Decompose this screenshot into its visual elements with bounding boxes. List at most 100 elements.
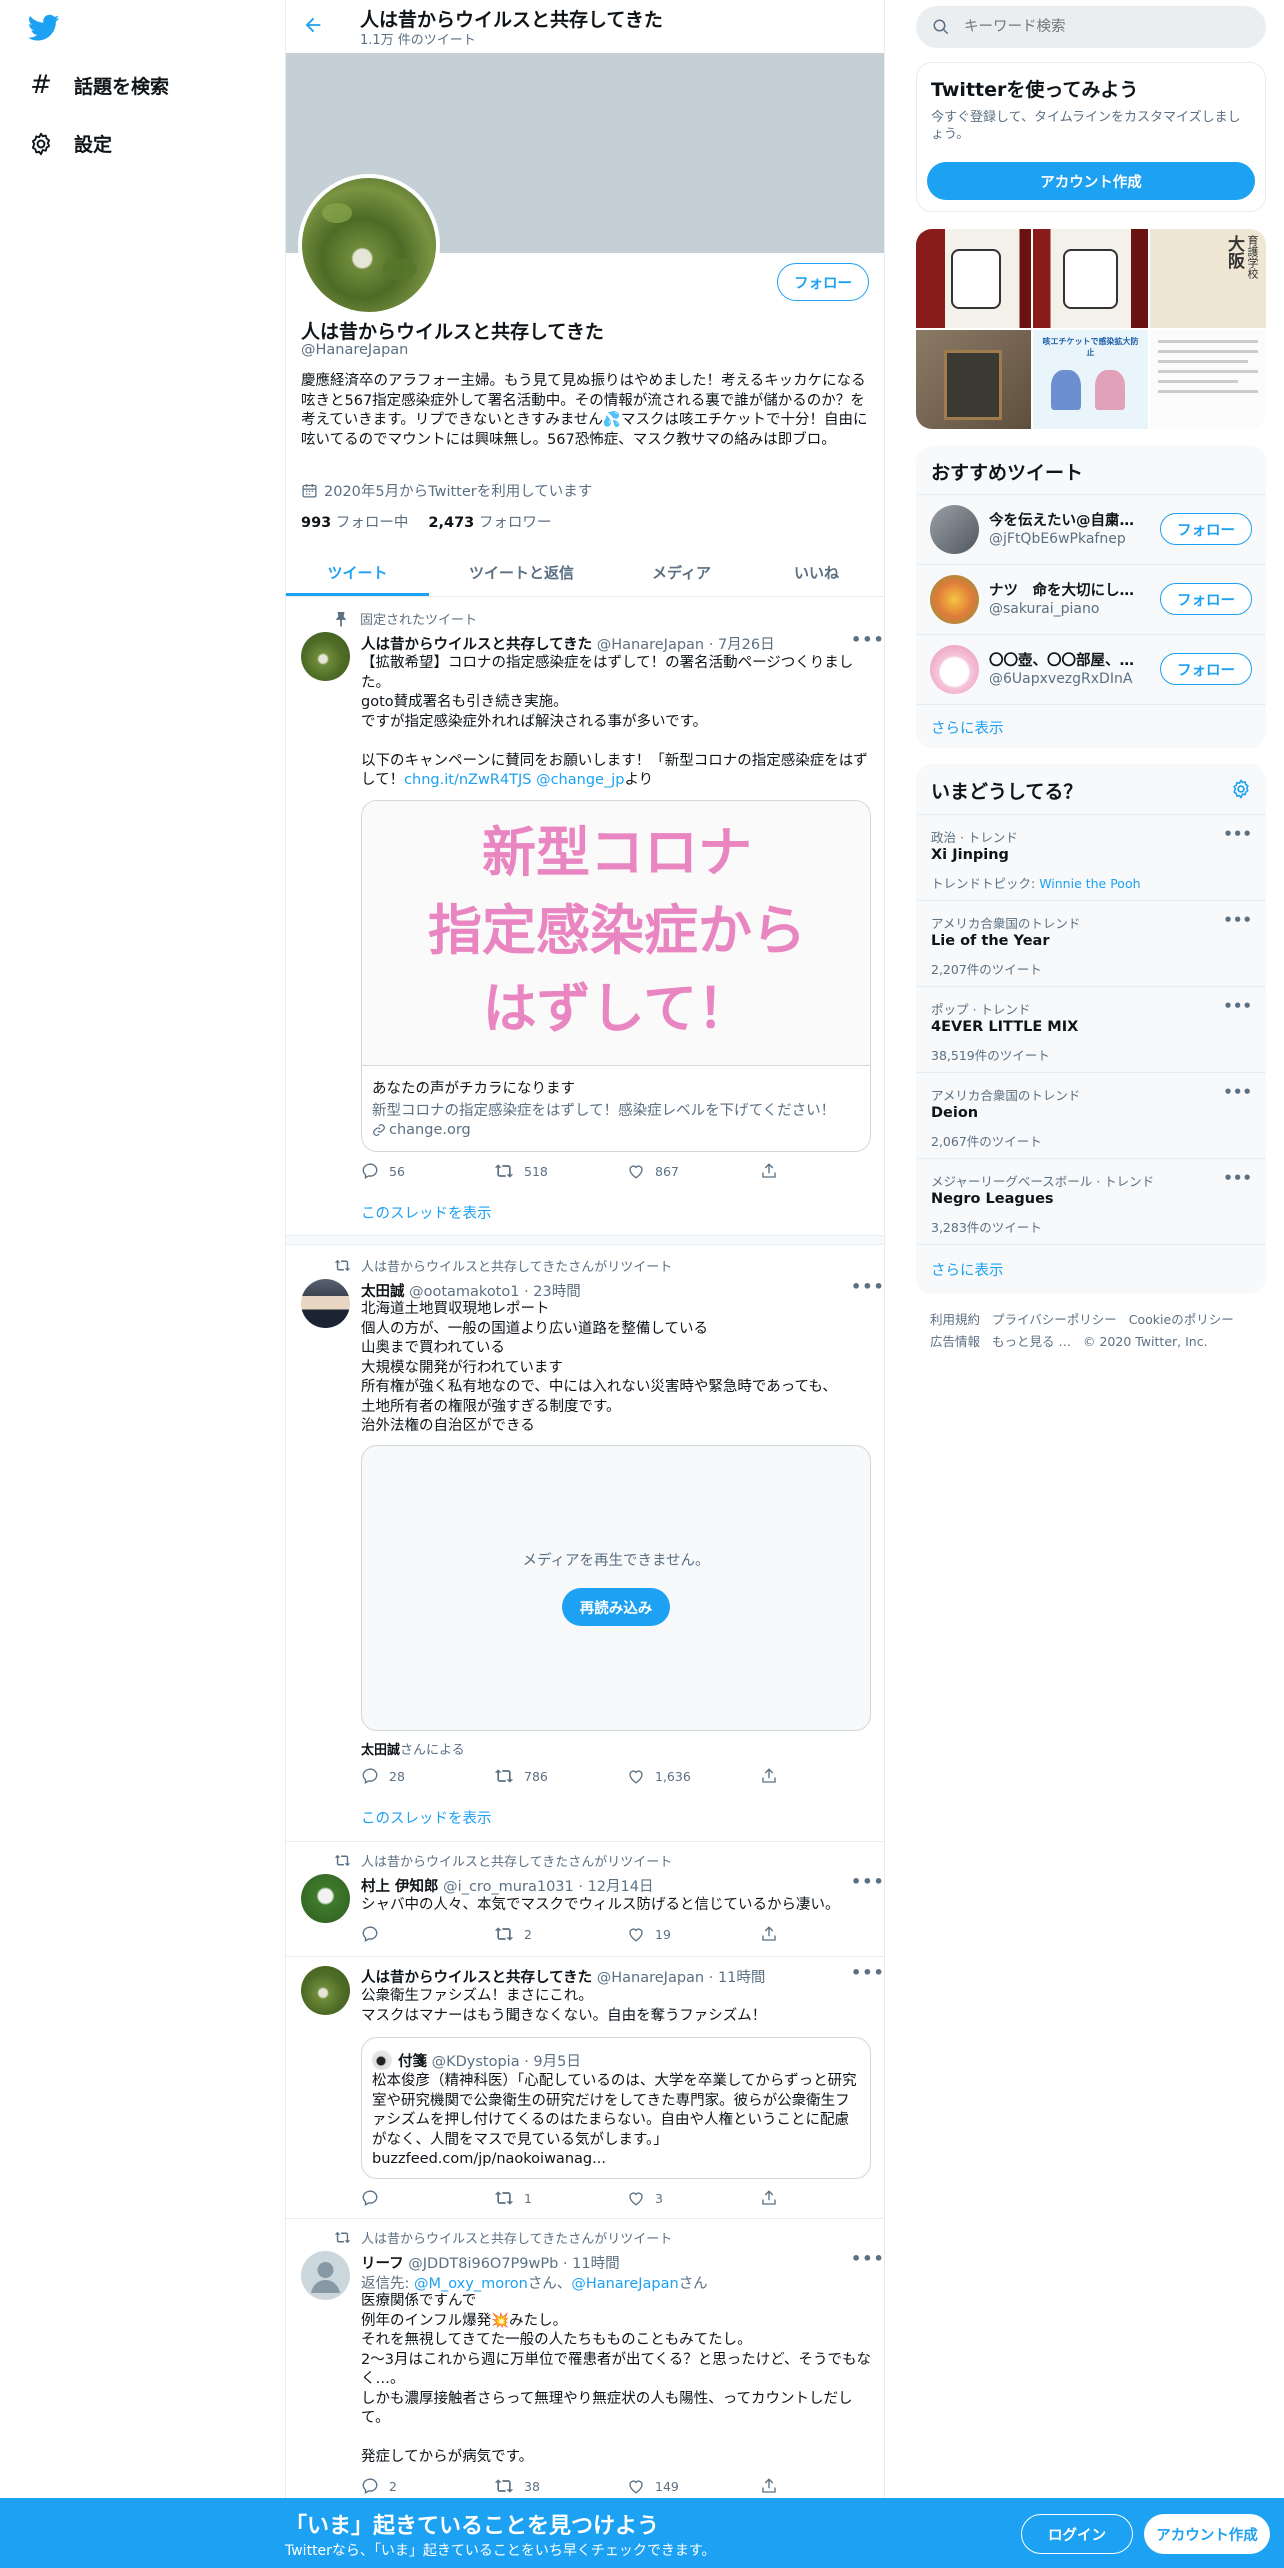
search-box[interactable] [916,6,1266,48]
tweet-author-avatar[interactable] [301,1874,350,1923]
like-button[interactable]: 149 [627,2477,760,2495]
footer-cookie-link[interactable]: Cookieのポリシー [1129,1309,1234,1331]
quote-tweet[interactable]: 付箋 @KDystopia · 9月5日 松本俊彦（精神科医）「心配しているのは… [361,2037,871,2179]
media-thumb[interactable] [916,229,1031,328]
create-account-button[interactable]: アカウント作成 [927,162,1255,200]
trend-item[interactable]: ポップ · トレンド 4EVER LITTLE MIX 38,519件のツイート… [916,986,1266,1072]
media-player[interactable]: メディアを再生できません。 再読み込み [361,1445,871,1731]
retweet-button[interactable]: 786 [494,1767,627,1785]
media-thumb[interactable]: 咳エチケットで感染拡大防止 [1033,330,1148,429]
tweet-author-avatar[interactable] [301,632,350,681]
tweet-time[interactable]: · 11時間 [563,2256,620,2272]
footer-terms-link[interactable]: 利用規約 [930,1309,980,1331]
recommended-user[interactable]: 今を伝えたい@自粛… @jFtQbE6wPkafnep フォロー [916,494,1266,564]
tweet-author-name[interactable]: 村上 伊知郎 [361,1879,439,1895]
media-thumb[interactable] [916,330,1031,429]
tweet-author-name[interactable]: リーフ [361,2256,404,2272]
trend-topic-link[interactable]: Winnie the Pooh [1039,876,1140,891]
tweet-author-handle[interactable]: @i_cro_mura1031 [443,1879,574,1895]
trend-item[interactable]: アメリカ合衆国のトレンド Deion 2,067件のツイート ••• [916,1072,1266,1158]
tab-tweets[interactable]: ツイート [286,548,429,596]
tweet-author-avatar[interactable] [301,1279,350,1328]
reply-button[interactable]: 56 [361,1162,494,1180]
media-thumb[interactable] [1033,229,1148,328]
tweet-time[interactable]: · 23時間 [524,1284,581,1300]
more-options-icon[interactable]: ••• [851,2249,885,2268]
recommended-more[interactable]: さらに表示 [916,704,1266,748]
media-attribution-name[interactable]: 太田誠 [361,1743,400,1758]
retweet-button[interactable]: 518 [494,1162,627,1180]
tweet-link-chng[interactable]: chng.it/nZwR4TJS [404,772,531,788]
tab-likes[interactable]: いいね [749,548,884,596]
tweet-author-name[interactable]: 太田誠 [361,1284,405,1300]
tweet-mention-change-jp[interactable]: @change_jp [536,772,624,788]
media-thumb[interactable] [1150,330,1266,429]
more-options-icon[interactable]: ••• [1223,1169,1252,1187]
trend-item[interactable]: メジャーリーグベースボール · トレンド Negro Leagues 3,283… [916,1158,1266,1244]
follow-button[interactable]: フォロー [1160,653,1252,685]
recommended-more-link[interactable]: さらに表示 [931,717,1004,738]
footer-privacy-link[interactable]: プライバシーポリシー [992,1309,1117,1331]
trends-more-link[interactable]: さらに表示 [931,1259,1004,1280]
login-button[interactable]: ログイン [1021,2514,1133,2554]
profile-follow-button[interactable]: フォロー [777,263,869,301]
show-thread-link[interactable]: このスレッドを表示 [361,1807,492,1828]
more-options-icon[interactable]: ••• [851,1872,885,1891]
link-preview-card[interactable]: 新型コロナ 指定感染症から はずして！ あなたの声がチカラになります 新型コロナ… [361,800,871,1152]
tweet-author-handle[interactable]: @JDDT8i96O7P9wPb [408,2256,558,2272]
retweet-button[interactable]: 2 [494,1925,627,1943]
back-arrow-icon[interactable] [302,14,324,36]
like-button[interactable]: 1,636 [627,1767,760,1785]
share-button[interactable] [760,1767,893,1785]
reply-to-mention-1[interactable]: @M_oxy_moron [414,2276,528,2292]
retweet-button[interactable]: 38 [494,2477,627,2495]
share-button[interactable] [760,1162,893,1180]
footer-more-link[interactable]: もっと見る … [992,1331,1071,1353]
footer-ads-link[interactable]: 広告情報 [930,1331,980,1353]
follow-button[interactable]: フォロー [1160,583,1252,615]
share-button[interactable] [760,2189,893,2207]
following-link[interactable]: 993 フォロー中 [301,511,408,532]
tweet-time[interactable]: · 7月26日 [709,637,775,653]
reload-button[interactable]: 再読み込み [562,1588,670,1626]
trend-item[interactable]: アメリカ合衆国のトレンド Lie of the Year 2,207件のツイート… [916,900,1266,986]
more-options-icon[interactable]: ••• [851,1963,885,1982]
reply-to-mention-2[interactable]: @HanareJapan [571,2276,678,2292]
follow-button[interactable]: フォロー [1160,513,1252,545]
share-button[interactable] [760,2477,893,2495]
twitter-logo-icon[interactable] [28,14,60,42]
more-options-icon[interactable]: ••• [851,630,885,649]
more-options-icon[interactable]: ••• [1223,997,1252,1015]
search-input[interactable] [964,14,1244,40]
like-button[interactable]: 867 [627,1162,760,1180]
tab-media[interactable]: メディア [614,548,749,596]
followers-link[interactable]: 2,473 フォロワー [428,511,551,532]
like-button[interactable]: 19 [627,1925,760,1943]
signup-button[interactable]: アカウント作成 [1144,2514,1270,2554]
reply-button[interactable] [361,2189,494,2207]
more-options-icon[interactable]: ••• [851,1277,885,1296]
share-button[interactable] [760,1925,893,1943]
tweet-time[interactable]: · 11時間 [709,1970,766,1986]
tweet-author-name[interactable]: 人は昔からウイルスと共存してきた [361,637,592,653]
trend-item[interactable]: 政治 · トレンド Xi Jinping トレンドトピック: Winnie th… [916,814,1266,900]
like-button[interactable]: 3 [627,2189,760,2207]
tweet-author-name[interactable]: 人は昔からウイルスと共存してきた [361,1970,592,1986]
retweet-button[interactable]: 1 [494,2189,627,2207]
trends-more[interactable]: さらに表示 [916,1244,1266,1294]
tweet-author-handle[interactable]: @HanareJapan [597,1970,704,1986]
more-options-icon[interactable]: ••• [1223,825,1252,843]
reply-button[interactable]: 2 [361,2477,494,2495]
tweet-author-avatar[interactable] [301,1966,350,2015]
trends-settings-icon[interactable] [1230,778,1252,800]
media-thumb[interactable]: 大阪 育護学校 [1150,229,1266,328]
show-thread-link[interactable]: このスレッドを表示 [361,1202,492,1223]
tweet-time[interactable]: · 12月14日 [578,1879,653,1895]
tab-tweets-replies[interactable]: ツイートと返信 [429,548,614,596]
profile-avatar[interactable] [298,174,440,316]
more-options-icon[interactable]: ••• [1223,1083,1252,1101]
default-avatar-icon[interactable] [301,2251,350,2300]
recommended-user[interactable]: ナツ 命を大切にし… @sakurai_piano フォロー [916,564,1266,634]
tweet-author-handle[interactable]: @HanareJapan [597,637,704,653]
nav-item-settings[interactable]: 設定 [28,130,112,157]
